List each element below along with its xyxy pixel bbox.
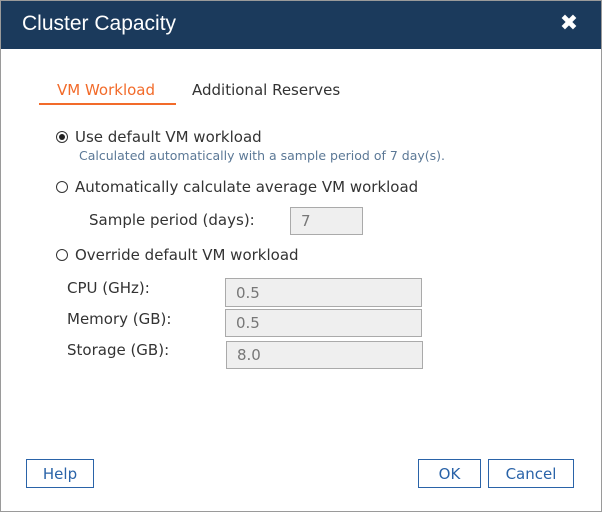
tab-additional-reserves[interactable]: Additional Reserves bbox=[192, 81, 340, 99]
memory-input[interactable] bbox=[225, 309, 422, 337]
active-tab-indicator bbox=[39, 103, 176, 105]
default-workload-label[interactable]: Use default VM workload bbox=[75, 128, 262, 146]
help-button[interactable]: Help bbox=[26, 459, 94, 488]
override-workload-label[interactable]: Override default VM workload bbox=[75, 246, 299, 264]
auto-workload-label[interactable]: Automatically calculate average VM workl… bbox=[75, 178, 418, 196]
radio-override-workload[interactable] bbox=[56, 249, 68, 261]
ok-button[interactable]: OK bbox=[418, 459, 481, 488]
default-workload-description: Calculated automatically with a sample p… bbox=[79, 148, 445, 163]
dialog-title: Cluster Capacity bbox=[22, 12, 177, 35]
storage-label: Storage (GB): bbox=[67, 341, 170, 359]
cluster-capacity-dialog: Cluster Capacity ✖ VM Workload Additiona… bbox=[0, 0, 602, 512]
storage-input[interactable] bbox=[226, 341, 423, 369]
radio-default-workload[interactable] bbox=[56, 131, 68, 143]
sample-period-label: Sample period (days): bbox=[89, 211, 255, 229]
radio-auto-workload[interactable] bbox=[56, 181, 68, 193]
title-bar: Cluster Capacity ✖ bbox=[1, 1, 601, 49]
sample-period-input[interactable] bbox=[290, 207, 363, 235]
tab-vm-workload[interactable]: VM Workload bbox=[57, 81, 155, 99]
close-icon[interactable]: ✖ bbox=[559, 11, 579, 37]
cancel-button[interactable]: Cancel bbox=[488, 459, 574, 488]
cpu-input[interactable] bbox=[225, 278, 422, 307]
cpu-label: CPU (GHz): bbox=[67, 279, 150, 297]
memory-label: Memory (GB): bbox=[67, 310, 172, 328]
